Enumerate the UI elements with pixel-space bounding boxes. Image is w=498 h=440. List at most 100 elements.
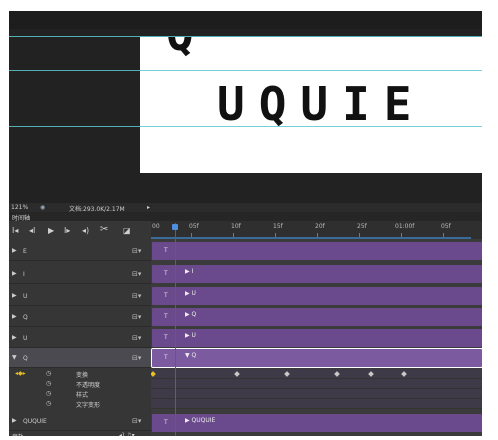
canvas-title-text: UQUIE [217, 77, 426, 131]
property-row[interactable]: ◷ 样式 [9, 389, 151, 399]
ruler-label: 01:00f [395, 223, 415, 230]
collapse-arrow-icon[interactable]: ▼ [12, 354, 17, 361]
layer-menu-icon[interactable]: ⊟▾ [132, 292, 141, 300]
keyframe[interactable] [284, 371, 290, 377]
keyframe-nav-icon[interactable]: ◂◆▸ [15, 370, 26, 377]
property-name: 不透明度 [76, 382, 101, 389]
guide-line [140, 70, 482, 71]
layer-row-selected[interactable]: ▼ Q ⊟▾ [9, 348, 151, 368]
layer-menu-icon[interactable]: ⊟▾ [132, 417, 141, 425]
timeline-tab-row: 时间轴 [9, 212, 482, 222]
layer-track[interactable]: T ▶ Q [152, 308, 482, 326]
play-button[interactable]: ▶ [48, 226, 54, 235]
text-layer-badge: T [164, 334, 168, 341]
track-label: ▼ Q [185, 352, 197, 359]
property-track[interactable] [151, 379, 482, 389]
zoom-level[interactable]: 121% [11, 204, 28, 211]
layer-menu-icon[interactable]: ⊟▾ [132, 247, 141, 255]
expand-arrow-icon[interactable]: ▶ [12, 334, 17, 341]
layer-menu-icon[interactable]: ⊟▾ [132, 354, 141, 362]
stopwatch-icon[interactable]: ◷ [46, 370, 51, 377]
work-area-bar[interactable] [151, 237, 471, 239]
layer-menu-icon[interactable]: ⊟▾ [132, 313, 141, 321]
expand-arrow-icon[interactable]: ▶ [12, 313, 17, 320]
layer-track[interactable]: T [152, 242, 482, 260]
prev-frame-button[interactable]: ◂I [29, 226, 35, 235]
layer-track[interactable]: T ▶ I [152, 265, 482, 283]
layer-name: U [23, 293, 28, 300]
track-label-text: U [191, 332, 196, 339]
track-label-text: QUQUIE [191, 417, 216, 424]
track-label-text: Q [191, 311, 197, 318]
keyframe[interactable] [151, 371, 156, 377]
status-menu-arrow[interactable]: ▸ [147, 204, 150, 211]
keyframe[interactable] [401, 371, 407, 377]
keyframe[interactable] [334, 371, 340, 377]
text-layer-badge: T [164, 247, 168, 254]
track-label-text: U [191, 290, 196, 297]
transport-controls: I◂ ◂I ▶ I▸ ◂) ✂ ◪ [9, 221, 151, 241]
layer-list: I◂ ◂I ▶ I▸ ◂) ✂ ◪ ▶ E ⊟▾ ▶ I ⊟▾ ▶ U ⊟▾ ▶… [9, 221, 151, 436]
expand-arrow-icon[interactable]: ▶ [12, 292, 17, 299]
playhead-handle[interactable] [172, 224, 178, 230]
expand-arrow-icon[interactable]: ▶ [12, 270, 17, 277]
layer-row[interactable]: ▶ Q ⊟▾ [9, 307, 151, 327]
layer-menu-icon[interactable]: ⊟▾ [132, 334, 141, 342]
layer-row[interactable]: ▶ U ⊟▾ [9, 286, 151, 306]
time-ruler[interactable]: 00 05f 10f 15f 20f 25f 01:00f 05f [151, 221, 482, 239]
property-row[interactable]: ◷ 文字变形 [9, 399, 151, 409]
text-layer-badge: T [164, 313, 168, 320]
canvas-area[interactable]: Q UQUIE [9, 29, 482, 203]
layer-row[interactable]: ▶ E ⊟▾ [9, 241, 151, 261]
layer-name: QUQUIE [23, 418, 47, 425]
audio-controls-icon[interactable]: ◂) ♫▾ [119, 432, 135, 436]
top-bar [9, 11, 482, 29]
next-frame-button[interactable]: I▸ [64, 226, 70, 235]
layer-name: U [23, 335, 28, 342]
property-name: 变换 [76, 372, 89, 379]
guide-line [140, 126, 482, 127]
group-track[interactable]: T ▶ QUQUIE [152, 414, 482, 432]
layer-menu-icon[interactable]: ⊟▾ [132, 270, 141, 278]
track-label: ▶ I [185, 268, 194, 275]
track-label-text: Q [191, 352, 197, 359]
property-name: 样式 [76, 392, 89, 399]
playhead[interactable] [175, 223, 176, 436]
track-label: ▶ Q [185, 311, 197, 318]
stopwatch-icon[interactable]: ◷ [46, 400, 51, 407]
text-layer-badge: T [164, 419, 168, 426]
property-row[interactable]: ◷ 不透明度 [9, 379, 151, 389]
audio-icon[interactable]: ◂) [82, 226, 89, 235]
ruler-label: 10f [231, 223, 241, 230]
track-label-text: I [191, 268, 194, 275]
keyframe[interactable] [368, 371, 374, 377]
info-icon[interactable]: ◉ [40, 204, 45, 211]
stopwatch-icon[interactable]: ◷ [46, 380, 51, 387]
layer-track[interactable]: T ▶ U [152, 287, 482, 305]
transition-icon[interactable]: ◪ [123, 226, 131, 235]
artboard[interactable]: Q UQUIE [140, 37, 482, 173]
timeline-tracks[interactable]: 00 05f 10f 15f 20f 25f 01:00f 05f T T ▶ … [151, 221, 482, 436]
group-layer-row[interactable]: ▶ QUQUIE ⊟▾ [9, 411, 151, 431]
layer-name: E [23, 248, 27, 255]
expand-arrow-icon[interactable]: ▶ [12, 247, 17, 254]
layer-name: I [23, 271, 25, 278]
property-track[interactable] [151, 369, 482, 379]
stopwatch-icon[interactable]: ◷ [46, 390, 51, 397]
keyframe[interactable] [234, 371, 240, 377]
layer-row[interactable]: ▶ I ⊟▾ [9, 264, 151, 284]
layer-row[interactable]: ▶ U ⊟▾ [9, 328, 151, 348]
first-frame-button[interactable]: I◂ [12, 226, 18, 235]
property-row[interactable]: ◂◆▸ ◷ 变换 [9, 369, 151, 379]
expand-arrow-icon[interactable]: ▶ [12, 417, 17, 424]
layer-track[interactable]: T ▶ U [152, 329, 482, 347]
split-icon[interactable]: ✂ [100, 224, 108, 235]
track-label: ▶ QUQUIE [185, 417, 216, 424]
status-bar: 121% ◉ 文档:293.0K/2.17M ▸ [9, 203, 482, 213]
track-label: ▶ U [185, 332, 196, 339]
audio-track-row[interactable]: 音轨 ◂) ♫▾ [9, 431, 151, 436]
photoshop-window: Q UQUIE 121% ◉ 文档:293.0K/2.17M ▸ 时间轴 I◂ … [9, 11, 482, 436]
layer-track-selected[interactable]: T ▼ Q [151, 348, 482, 368]
property-track[interactable] [151, 399, 482, 409]
property-track[interactable] [151, 389, 482, 399]
